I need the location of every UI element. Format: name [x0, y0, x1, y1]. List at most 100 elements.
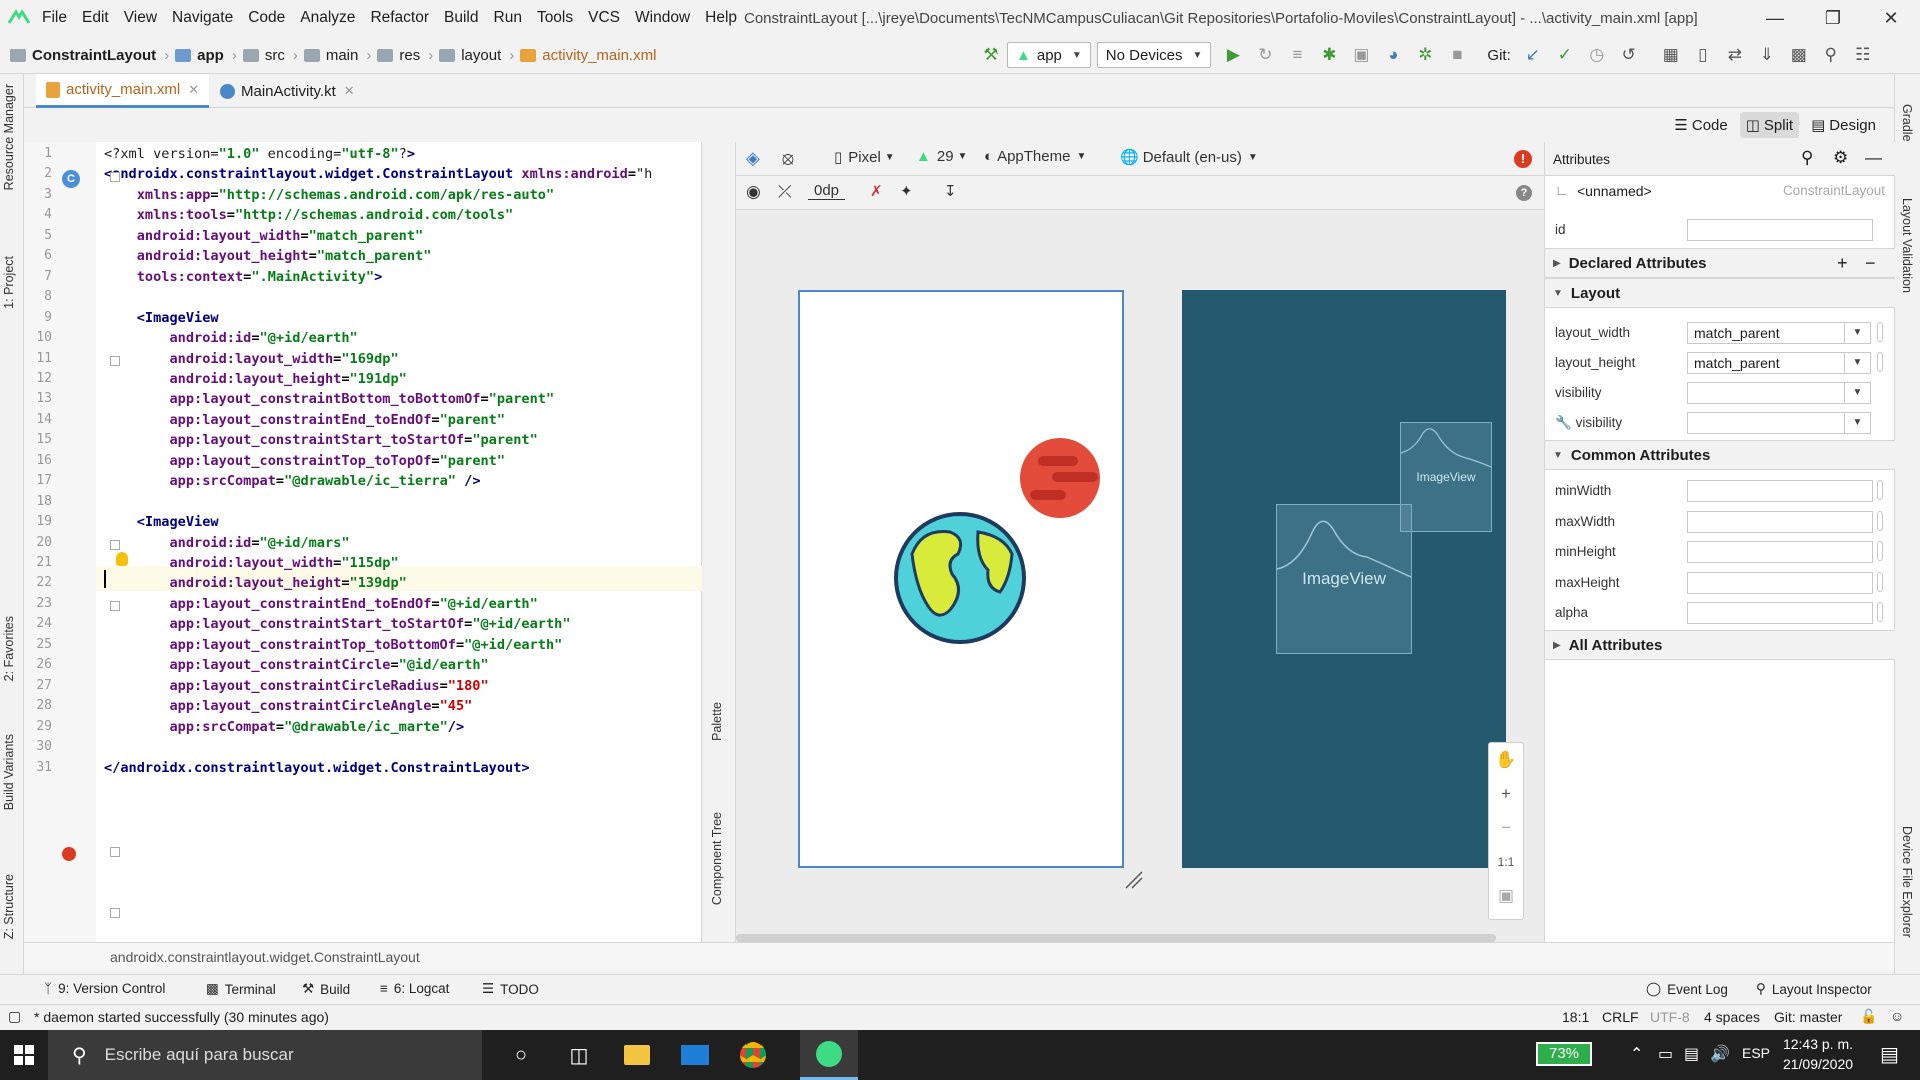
minimize-icon[interactable]: —: [1746, 0, 1804, 36]
mars-image[interactable]: [1020, 438, 1100, 518]
orientation-icon[interactable]: ⦻: [782, 148, 794, 169]
menu-item-edit[interactable]: Edit: [82, 9, 109, 27]
split-mode-button[interactable]: ◫ Split: [1739, 112, 1800, 138]
apply-code-changes-icon[interactable]: ≡: [1281, 39, 1313, 71]
attr-resource-button[interactable]: [1877, 541, 1883, 561]
git-history-icon[interactable]: ◷: [1581, 39, 1613, 71]
design-surface[interactable]: ◈ ⦻ ▯ Pixel ▼ ▲ 29 ▼ ◐ AppTheme ▼ 🌐 Default (en…: [736, 142, 1544, 942]
layout-height-select[interactable]: match_parent ▼: [1687, 352, 1871, 374]
mail-icon[interactable]: [666, 1030, 724, 1080]
code-editor[interactable]: 1 2 3 4 5 6 7 8 9 10 11 12 13 14 15 16 17 18 19 20 21 22 23 24 2…: [24, 142, 726, 1080]
code-mode-button[interactable]: ☰ Code: [1668, 112, 1733, 138]
zoom-in-icon[interactable]: +: [1489, 777, 1523, 811]
run-config-select[interactable]: ▲ app ▼: [1007, 42, 1091, 68]
fold-icon[interactable]: [110, 356, 120, 366]
git-branch[interactable]: Git: master: [1774, 1009, 1842, 1025]
attr-field-maxwidth[interactable]: [1687, 510, 1873, 533]
menu-item-vcs[interactable]: VCS: [588, 9, 620, 27]
menu-item-navigate[interactable]: Navigate: [172, 9, 233, 27]
profile-icon[interactable]: ◕: [1377, 39, 1409, 71]
design-horizontal-scrollbar[interactable]: [736, 934, 1496, 942]
fold-icon[interactable]: [110, 908, 120, 918]
layout-validation-tab[interactable]: Layout Validation: [1900, 198, 1914, 293]
autoconnect-icon[interactable]: ⤫: [778, 182, 792, 202]
sdk-manager-icon[interactable]: ⇓: [1751, 39, 1783, 71]
guidelines-icon[interactable]: ↧: [944, 182, 957, 200]
gear-icon[interactable]: ⚙: [1833, 148, 1848, 168]
infer-constraints-icon[interactable]: ✦: [900, 182, 913, 200]
device-file-explorer-tab[interactable]: Device File Explorer: [1900, 826, 1914, 938]
structure-tab[interactable]: Z: Structure: [2, 874, 16, 939]
tab-main-activity[interactable]: MainActivity.kt ✕: [210, 74, 365, 108]
zoom-to-actual-button[interactable]: 1:1: [1489, 845, 1523, 879]
minimize-panel-icon[interactable]: —: [1865, 148, 1882, 168]
windows-start-icon[interactable]: [0, 1030, 48, 1080]
earth-image[interactable]: [894, 512, 1026, 644]
close-tab-icon[interactable]: ✕: [344, 83, 355, 99]
version-control-tab[interactable]: ᛉ 9: Version Control: [44, 981, 165, 996]
breadcrumb-project[interactable]: ConstraintLayout: [10, 47, 156, 64]
add-attribute-icon[interactable]: +: [1837, 253, 1848, 274]
cortana-icon[interactable]: ○: [492, 1030, 550, 1080]
all-attributes-section[interactable]: ▶ All Attributes: [1545, 630, 1895, 660]
view-options-eye-icon[interactable]: ◉: [746, 182, 761, 202]
layout-section[interactable]: ▼ Layout: [1545, 278, 1895, 308]
api-level-dropdown[interactable]: ▲ 29 ▼: [916, 148, 967, 165]
task-view-icon[interactable]: ◫: [550, 1030, 608, 1080]
fold-icon[interactable]: [110, 847, 120, 857]
pan-hand-icon[interactable]: ✋: [1489, 743, 1523, 777]
attr-resource-button[interactable]: [1877, 480, 1883, 500]
language-indicator[interactable]: ESP: [1742, 1045, 1770, 1061]
menu-item-view[interactable]: View: [124, 9, 157, 27]
search-icon[interactable]: ⚲: [1801, 148, 1813, 168]
attr-field-maxheight[interactable]: [1687, 571, 1873, 594]
event-log-tab[interactable]: ◯ Event Log: [1646, 981, 1728, 997]
tab-activity-main[interactable]: activity_main.xml ✕: [36, 74, 210, 108]
debug-icon[interactable]: ✱: [1313, 39, 1345, 71]
fold-icon[interactable]: [110, 601, 120, 611]
attr-resource-button[interactable]: [1877, 602, 1883, 622]
project-tab[interactable]: 1: Project: [2, 256, 16, 309]
layout-width-resource-button[interactable]: [1877, 322, 1883, 342]
lock-icon[interactable]: 🔓: [1860, 1008, 1877, 1025]
lightbulb-icon[interactable]: [116, 552, 128, 566]
menu-item-help[interactable]: Help: [705, 9, 737, 27]
visibility-select[interactable]: ▼: [1687, 382, 1871, 404]
breadcrumb-main[interactable]: main: [303, 47, 358, 64]
design-blueprint-toggle-icon[interactable]: ◈: [746, 148, 760, 169]
locale-dropdown[interactable]: 🌐 Default (en-us) ▼: [1120, 148, 1258, 167]
device-dropdown[interactable]: ▯ Pixel ▼: [834, 148, 895, 167]
battery-icon[interactable]: ▭: [1658, 1044, 1673, 1064]
coverage-icon[interactable]: ▣: [1345, 39, 1377, 71]
menu-item-tools[interactable]: Tools: [537, 9, 573, 27]
layout-inspector-tab[interactable]: ⚲ Layout Inspector: [1756, 981, 1872, 997]
attr-resource-button[interactable]: [1877, 571, 1883, 592]
blueprint-preview[interactable]: ImageView ImageView: [1182, 290, 1506, 868]
error-icon[interactable]: !: [1514, 150, 1532, 168]
common-attributes-section[interactable]: ▼ Common Attributes: [1545, 440, 1895, 470]
clock[interactable]: 12:43 p. m. 21/09/2020: [1768, 1034, 1868, 1074]
line-separator[interactable]: CRLF: [1602, 1009, 1639, 1025]
build-variants-tab[interactable]: Build Variants: [2, 734, 16, 810]
git-commit-icon[interactable]: ✓: [1549, 39, 1581, 71]
battery-indicator[interactable]: 73%: [1536, 1042, 1592, 1066]
status-message[interactable]: * daemon started successfully (30 minute…: [34, 1009, 329, 1025]
taskbar-search[interactable]: ⚲ Escribe aquí para buscar: [48, 1030, 482, 1080]
chrome-icon[interactable]: [724, 1030, 782, 1080]
android-studio-taskbar-icon[interactable]: [800, 1030, 858, 1080]
settings-icon[interactable]: ☷: [1847, 39, 1879, 71]
stop-icon[interactable]: ■: [1441, 39, 1473, 71]
gradle-tab[interactable]: Gradle: [1900, 104, 1914, 142]
breadcrumb-src[interactable]: src: [242, 47, 285, 64]
layout-width-select[interactable]: match_parent ▼: [1687, 322, 1871, 344]
close-tab-icon[interactable]: ✕: [188, 82, 199, 98]
todo-tab[interactable]: ☰ TODO: [482, 981, 539, 997]
menu-item-file[interactable]: File: [42, 9, 67, 27]
layout-height-resource-button[interactable]: [1877, 352, 1883, 372]
component-tree-tab[interactable]: Component Tree: [710, 812, 724, 905]
fold-icon[interactable]: [110, 540, 120, 550]
menu-item-refactor[interactable]: Refactor: [370, 9, 429, 27]
close-icon[interactable]: ✕: [1862, 0, 1920, 36]
breadcrumb-file[interactable]: activity_main.xml: [520, 47, 656, 64]
volume-icon[interactable]: 🔊: [1710, 1044, 1730, 1064]
